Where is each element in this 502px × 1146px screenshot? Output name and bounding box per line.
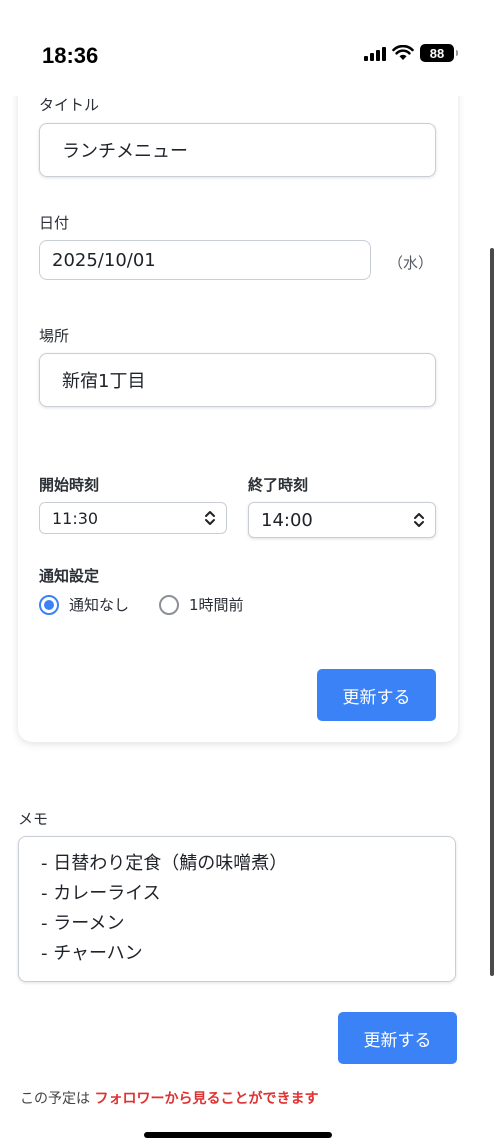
notify-label: 通知設定	[39, 567, 100, 585]
chevron-updown-icon	[414, 513, 424, 527]
title-label: タイトル	[39, 96, 100, 114]
radio-notify-none-label: 通知なし	[69, 596, 130, 614]
end-time-select[interactable]: 14:00	[248, 502, 436, 538]
wifi-icon	[392, 45, 414, 60]
memo-textarea[interactable]: - 日替わり定食（鯖の味噌煮） - カレーライス - ラーメン - チャーハン	[18, 836, 456, 982]
schedule-form-card: タイトル ランチメニュー 日付 2025/10/01 （水） 場所 新宿1丁目 …	[18, 60, 458, 742]
memo-update-button[interactable]: 更新する	[338, 1012, 457, 1064]
memo-line: - ラーメン	[41, 913, 125, 934]
place-label: 場所	[39, 327, 70, 345]
memo-label: メモ	[18, 810, 49, 828]
end-time-value: 14:00	[261, 509, 313, 531]
radio-notify-1hour[interactable]: 1時間前	[159, 594, 244, 615]
date-label: 日付	[39, 214, 70, 232]
start-time-value: 11:30	[52, 508, 99, 528]
memo-line: - カレーライス	[41, 883, 161, 904]
visibility-note: この予定は フォロワーから見ることができます	[20, 1088, 318, 1108]
place-input[interactable]: 新宿1丁目	[39, 353, 436, 407]
cellular-signal-icon	[364, 45, 386, 61]
title-input[interactable]: ランチメニュー	[39, 123, 436, 177]
home-indicator[interactable]	[144, 1132, 332, 1138]
memo-line: - チャーハン	[41, 943, 143, 964]
radio-notify-1hour-label: 1時間前	[189, 596, 244, 614]
battery-level: 88	[429, 45, 445, 61]
memo-line: - 日替わり定食（鯖の味噌煮）	[41, 853, 288, 874]
radio-selected-icon	[39, 594, 59, 615]
status-bar: 18:36 88	[0, 0, 502, 96]
scrollbar[interactable]	[490, 248, 494, 976]
date-input[interactable]: 2025/10/01	[39, 240, 371, 280]
start-time-label: 開始時刻	[39, 476, 100, 494]
radio-notify-none[interactable]: 通知なし	[39, 594, 129, 615]
visibility-link[interactable]: フォロワーから見ることができます	[94, 1091, 318, 1107]
weekday-label: （水）	[388, 254, 434, 272]
date-input-value: 2025/10/01	[52, 249, 156, 271]
radio-unselected-icon	[159, 594, 179, 615]
start-time-select[interactable]: 11:30	[39, 502, 227, 534]
place-input-value: 新宿1丁目	[62, 371, 146, 392]
battery-icon: 88	[420, 44, 458, 62]
update-button[interactable]: 更新する	[317, 669, 436, 721]
chevron-updown-icon	[205, 511, 215, 525]
status-time: 18:36	[42, 43, 99, 68]
title-input-value: ランチメニュー	[62, 141, 188, 162]
visibility-note-prefix: この予定は	[20, 1091, 95, 1107]
status-icons: 88	[364, 44, 458, 62]
end-time-label: 終了時刻	[248, 476, 309, 494]
